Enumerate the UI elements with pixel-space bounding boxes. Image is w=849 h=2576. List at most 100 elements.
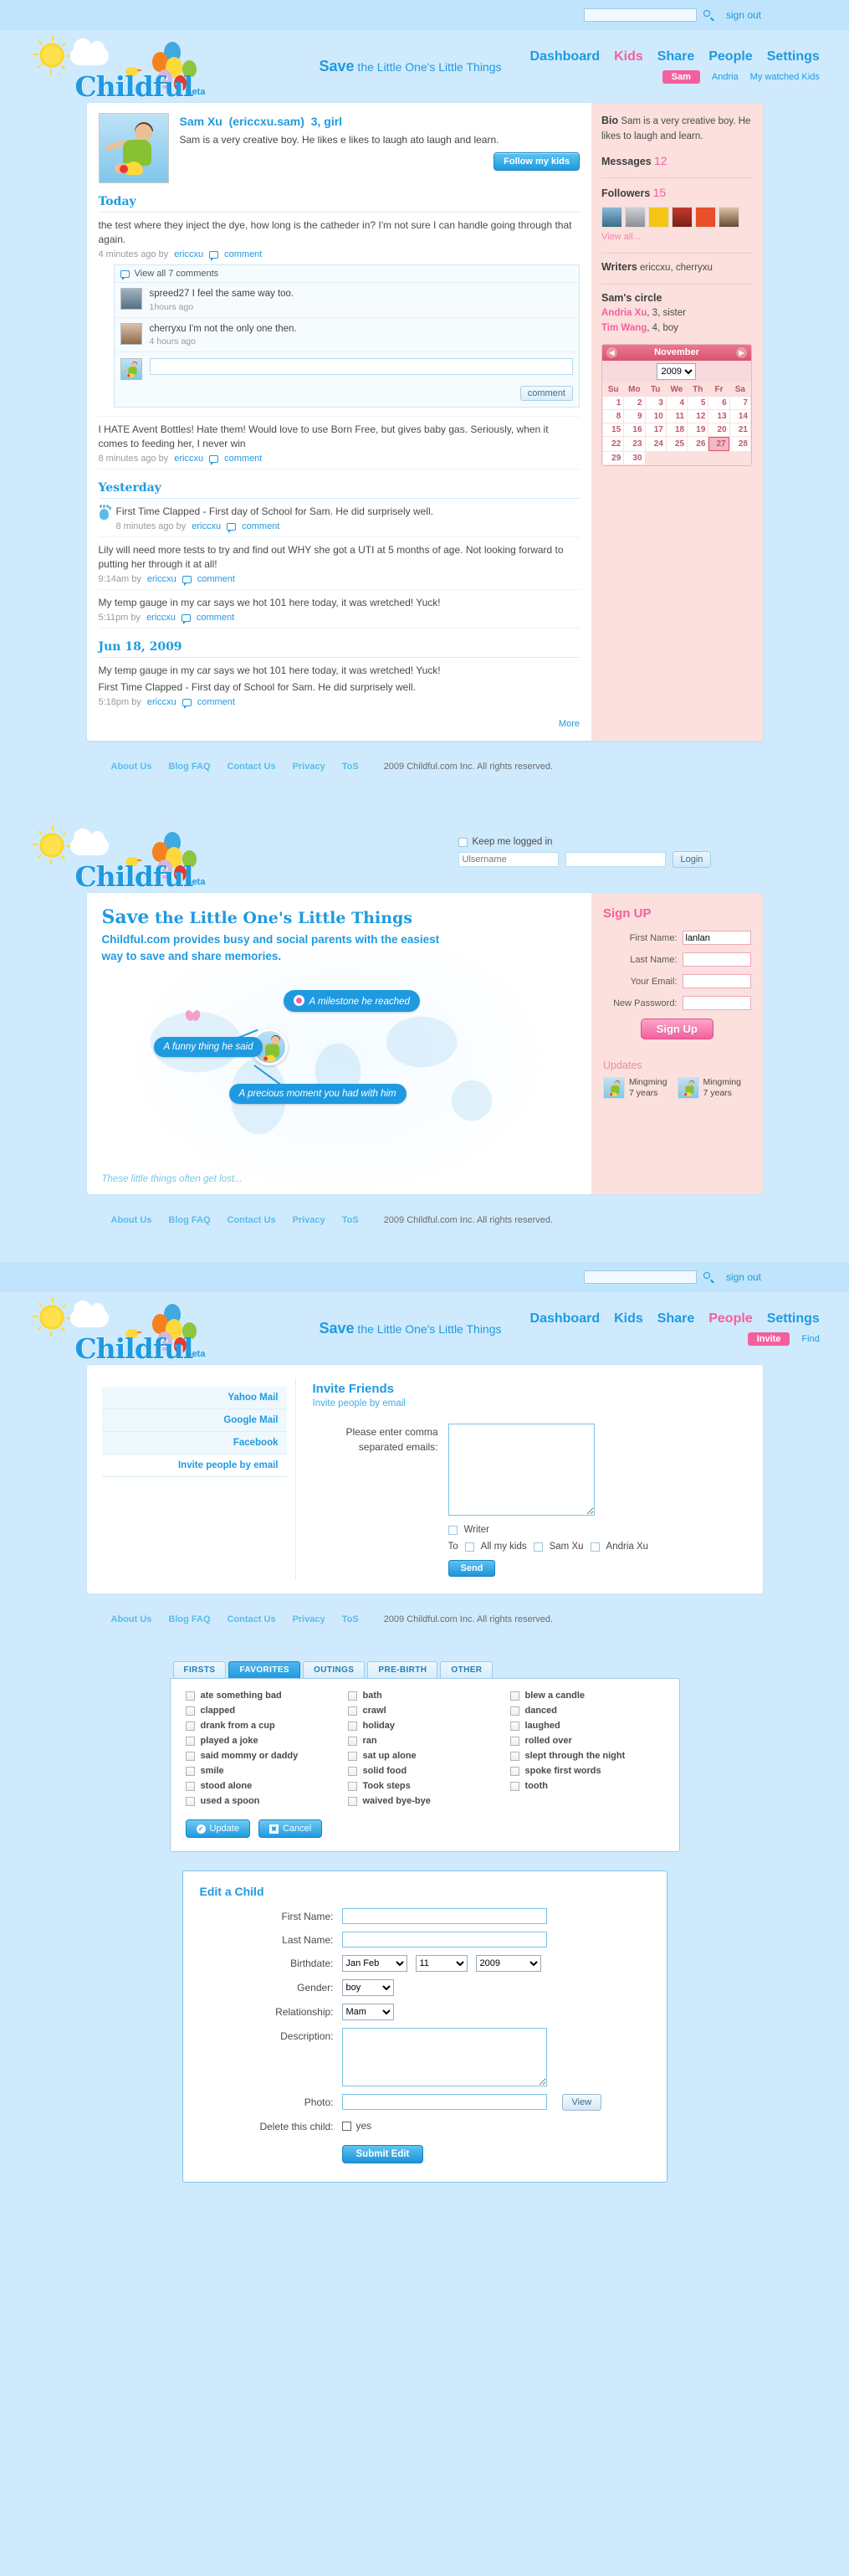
follower-avatar[interactable]	[601, 207, 622, 228]
cancel-button[interactable]: ✖ Cancel	[258, 1819, 323, 1839]
calendar-day[interactable]: 12	[688, 409, 708, 423]
post-author-link[interactable]: ericcxu	[147, 574, 176, 584]
subnav-my-watched-kids[interactable]: My watched Kids	[750, 72, 820, 82]
footer-contact-us[interactable]: Contact Us	[228, 1215, 276, 1225]
firsts-checkbox[interactable]	[347, 1721, 357, 1731]
calendar-day[interactable]: 28	[729, 436, 750, 451]
firsts-checkbox-item[interactable]: rolled over	[509, 1736, 664, 1746]
birth-year-select[interactable]: 2009	[475, 1955, 541, 1973]
calendar-day[interactable]: 10	[645, 409, 666, 423]
site-logo[interactable]: Childful Beta	[23, 1292, 258, 1365]
firsts-checkbox-item[interactable]: holiday	[347, 1721, 502, 1731]
last-name-input[interactable]	[341, 1932, 547, 1948]
nav-kids[interactable]: Kids	[614, 1311, 643, 1326]
firsts-checkbox-item[interactable]: solid food	[347, 1766, 502, 1776]
firsts-checkbox-item[interactable]: slept through the night	[509, 1751, 664, 1761]
firsts-checkbox-item[interactable]: sat up alone	[347, 1751, 502, 1761]
calendar-day[interactable]: 26	[688, 436, 708, 451]
tab-pre-birth[interactable]: PRE-BIRTH	[367, 1661, 438, 1679]
nav-kids[interactable]: Kids	[614, 49, 643, 64]
firsts-checkbox-item[interactable]: ate something bad	[185, 1691, 340, 1701]
circle-member-link[interactable]: Andria Xu	[601, 308, 647, 318]
subnav-sam[interactable]: Sam	[662, 69, 700, 84]
nav-dashboard[interactable]: Dashboard	[530, 1311, 601, 1326]
invite-source-google-mail[interactable]: Google Mail	[101, 1409, 287, 1433]
footer-about-us[interactable]: About Us	[111, 762, 152, 772]
calendar-day[interactable]: 19	[688, 423, 708, 436]
follower-avatar[interactable]	[694, 207, 716, 228]
follower-avatar[interactable]	[624, 207, 646, 228]
footer-contact-us[interactable]: Contact Us	[228, 1614, 276, 1624]
firsts-checkbox-item[interactable]: used a spoon	[185, 1796, 340, 1806]
calendar-day[interactable]: 2	[624, 396, 645, 409]
calendar-day[interactable]: 3	[645, 396, 666, 409]
firsts-checkbox[interactable]	[185, 1706, 195, 1716]
nav-dashboard[interactable]: Dashboard	[530, 49, 601, 64]
firsts-checkbox[interactable]	[347, 1781, 357, 1791]
follow-my-kids-button[interactable]: Follow my kids	[494, 152, 580, 172]
calendar-day[interactable]: 16	[624, 423, 645, 436]
comment-author[interactable]: cherryxu	[150, 324, 187, 334]
search-icon[interactable]	[703, 9, 714, 22]
calendar-day[interactable]: 9	[624, 409, 645, 423]
calendar-day[interactable]: 4	[666, 396, 688, 409]
submit-edit-button[interactable]: Submit Edit	[341, 2145, 424, 2164]
comment-input[interactable]	[149, 358, 573, 376]
firsts-checkbox[interactable]	[185, 1691, 195, 1701]
calendar-year-select[interactable]: 2009	[657, 362, 697, 380]
followers-view-all-link[interactable]: View all...	[601, 232, 641, 242]
post-comment-link[interactable]: comment	[224, 249, 262, 259]
firsts-checkbox[interactable]	[185, 1796, 195, 1806]
firsts-checkbox-item[interactable]: blew a candle	[509, 1691, 664, 1701]
circle-member-link[interactable]: Tim Wang	[601, 323, 647, 333]
firsts-checkbox-item[interactable]: played a joke	[185, 1736, 340, 1746]
calendar-day[interactable]: 20	[708, 423, 729, 436]
subnav-find[interactable]: Find	[801, 1334, 819, 1344]
nav-share[interactable]: Share	[657, 1311, 694, 1326]
photo-input[interactable]	[341, 2094, 547, 2111]
firsts-checkbox[interactable]	[185, 1766, 195, 1776]
more-link[interactable]: More	[559, 719, 580, 729]
avatar[interactable]	[98, 113, 169, 183]
follower-avatar[interactable]	[718, 207, 739, 228]
footer-privacy[interactable]: Privacy	[293, 1614, 325, 1624]
update-item[interactable]: Mingming 7 years	[602, 1077, 667, 1100]
firsts-checkbox-item[interactable]: drank from a cup	[185, 1721, 340, 1731]
firsts-checkbox[interactable]	[347, 1706, 357, 1716]
footer-privacy[interactable]: Privacy	[293, 762, 325, 772]
subnav-andria[interactable]: Andria	[712, 72, 739, 82]
site-logo[interactable]: Childful Beta	[23, 30, 258, 103]
calendar-day[interactable]: 7	[729, 396, 750, 409]
firsts-checkbox[interactable]	[509, 1766, 519, 1776]
firsts-checkbox-item[interactable]: laughed	[509, 1721, 664, 1731]
firsts-checkbox-item[interactable]: said mommy or daddy	[185, 1751, 340, 1761]
firsts-checkbox-item[interactable]: clapped	[185, 1706, 340, 1716]
sign-out-link[interactable]: sign out	[726, 1271, 761, 1283]
post-comment-link[interactable]: comment	[242, 521, 279, 531]
firsts-checkbox[interactable]	[347, 1766, 357, 1776]
firsts-checkbox-item[interactable]: danced	[509, 1706, 664, 1716]
andria-xu-checkbox[interactable]	[590, 1542, 600, 1552]
post-author-link[interactable]: ericcxu	[146, 613, 176, 623]
tab-outings[interactable]: OUTINGS	[303, 1661, 366, 1679]
follower-avatar[interactable]	[647, 207, 669, 228]
calendar-day[interactable]: 22	[602, 436, 624, 451]
firsts-checkbox[interactable]	[509, 1736, 519, 1746]
footer-tos[interactable]: ToS	[342, 1614, 359, 1624]
calendar-day[interactable]: 11	[666, 409, 688, 423]
footer-blog-faq[interactable]: Blog FAQ	[168, 1215, 210, 1225]
view-photo-button[interactable]: View	[561, 2094, 602, 2112]
footer-about-us[interactable]: About Us	[111, 1215, 152, 1225]
comment-avatar[interactable]	[120, 322, 142, 345]
footer-blog-faq[interactable]: Blog FAQ	[168, 1614, 210, 1624]
post-author-link[interactable]: ericcxu	[147, 697, 176, 707]
firsts-checkbox[interactable]	[347, 1796, 357, 1806]
relationship-select[interactable]: Mam	[341, 2004, 394, 2021]
footer-tos[interactable]: ToS	[342, 762, 359, 772]
firsts-checkbox-item[interactable]: tooth	[509, 1781, 664, 1791]
calendar-day[interactable]: 17	[645, 423, 666, 436]
firsts-checkbox-item[interactable]: ran	[347, 1736, 502, 1746]
sign-out-link[interactable]: sign out	[726, 9, 761, 21]
calendar-day[interactable]: 27	[708, 436, 729, 451]
post-author-link[interactable]: ericcxu	[174, 249, 203, 259]
